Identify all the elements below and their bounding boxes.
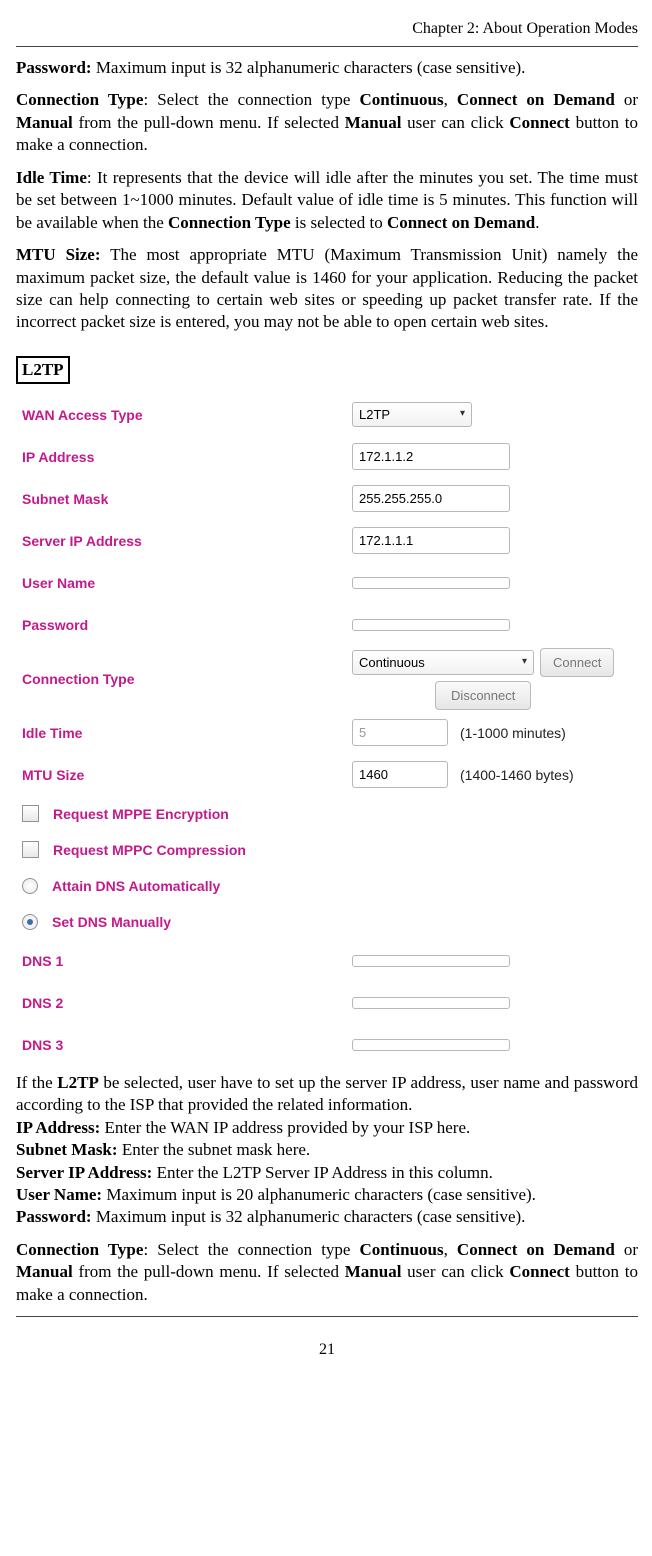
label-idletime: Idle Time (16, 725, 352, 741)
connect-button[interactable]: Connect (540, 648, 614, 677)
mppe-checkbox[interactable] (22, 805, 39, 822)
row-mppc: Request MPPC Compression (16, 832, 636, 868)
row-dns1: DNS 1 (16, 940, 636, 982)
label-ip: IP Address (16, 449, 352, 465)
b: Password: (16, 1207, 92, 1226)
dns-auto-radio[interactable] (22, 878, 38, 894)
para-conntype-top: Connection Type: Select the connection t… (16, 89, 638, 156)
page-number: 21 (16, 1341, 638, 1359)
t: Maximum input is 32 alphanumeric charact… (92, 1207, 526, 1226)
mask-input[interactable]: 255.255.255.0 (352, 485, 510, 512)
label-server: Server IP Address (16, 533, 352, 549)
idletime-input[interactable]: 5 (352, 719, 448, 746)
para-server: Server IP Address: Enter the L2TP Server… (16, 1162, 638, 1184)
row-wan: WAN Access Type L2TP (16, 394, 636, 436)
row-dns3: DNS 3 (16, 1024, 636, 1066)
server-input[interactable]: 172.1.1.1 (352, 527, 510, 554)
para-l2tp-desc: If the L2TP be selected, user have to se… (16, 1072, 638, 1117)
label-dns3: DNS 3 (16, 1037, 352, 1053)
mppe-label: Request MPPE Encryption (53, 806, 229, 822)
idletime-hint: (1-1000 minutes) (460, 725, 566, 741)
label-wan: WAN Access Type (16, 407, 352, 423)
t: Enter the L2TP Server IP Address in this… (152, 1163, 493, 1182)
para-subnet: Subnet Mask: Enter the subnet mask here. (16, 1139, 638, 1161)
dns1-input[interactable] (352, 955, 510, 967)
label-dns1: DNS 1 (16, 953, 352, 969)
username-input[interactable] (352, 577, 510, 589)
row-dns-manual: Set DNS Manually (16, 904, 636, 940)
config-screenshot: WAN Access Type L2TP IP Address 172.1.1.… (16, 394, 636, 1066)
mppc-label: Request MPPC Compression (53, 842, 246, 858)
conntype-select[interactable]: Continuous (352, 650, 534, 675)
mtusize-hint: (1400-1460 bytes) (460, 767, 574, 783)
label-username: User Name (16, 575, 352, 591)
t: Maximum input is 32 alphanumeric charact… (92, 58, 526, 77)
row-mppe: Request MPPE Encryption (16, 796, 636, 832)
mppc-checkbox[interactable] (22, 841, 39, 858)
row-password: Password (16, 604, 636, 646)
label-conntype: Connection Type (16, 671, 352, 687)
dns3-input[interactable] (352, 1039, 510, 1051)
section-l2tp-label: L2TP (16, 356, 70, 384)
password-input[interactable] (352, 619, 510, 631)
t: Enter the subnet mask here. (118, 1140, 311, 1159)
b: Server IP Address: (16, 1163, 152, 1182)
row-username: User Name (16, 562, 636, 604)
row-dns2: DNS 2 (16, 982, 636, 1024)
label-password: Password (16, 617, 352, 633)
disconnect-button[interactable]: Disconnect (435, 681, 531, 710)
label-mtusize: MTU Size (16, 767, 352, 783)
b: Subnet Mask: (16, 1140, 118, 1159)
row-mtusize: MTU Size 1460 (1400-1460 bytes) (16, 754, 636, 796)
row-idletime: Idle Time 5 (1-1000 minutes) (16, 712, 636, 754)
rule-bottom (16, 1316, 638, 1317)
para-password-bot: Password: Maximum input is 32 alphanumer… (16, 1206, 638, 1228)
para-password-top: Password: Maximum input is 32 alphanumer… (16, 57, 638, 79)
row-ip: IP Address 172.1.1.2 (16, 436, 636, 478)
para-ipaddr: IP Address: Enter the WAN IP address pro… (16, 1117, 638, 1139)
para-conntype-bot: Connection Type: Select the connection t… (16, 1239, 638, 1306)
label-mask: Subnet Mask (16, 491, 352, 507)
t: Enter the WAN IP address provided by you… (100, 1118, 470, 1137)
label-dns2: DNS 2 (16, 995, 352, 1011)
dns-manual-label: Set DNS Manually (52, 914, 171, 930)
dns2-input[interactable] (352, 997, 510, 1009)
wan-access-select[interactable]: L2TP (352, 402, 472, 427)
dns-auto-label: Attain DNS Automatically (52, 878, 220, 894)
row-dns-auto: Attain DNS Automatically (16, 868, 636, 904)
row-conntype: Connection Type Continuous Connect Disco… (16, 646, 636, 712)
ip-input[interactable]: 172.1.1.2 (352, 443, 510, 470)
page-header: Chapter 2: About Operation Modes (16, 20, 638, 38)
mtusize-input[interactable]: 1460 (352, 761, 448, 788)
para-user: User Name: Maximum input is 20 alphanume… (16, 1184, 638, 1206)
para-mtu: MTU Size: The most appropriate MTU (Maxi… (16, 244, 638, 334)
row-server: Server IP Address 172.1.1.1 (16, 520, 636, 562)
para-idle: Idle Time: It represents that the device… (16, 167, 638, 234)
b: User Name: (16, 1185, 102, 1204)
rule-top (16, 46, 638, 47)
dns-manual-radio[interactable] (22, 914, 38, 930)
b: IP Address: (16, 1118, 100, 1137)
row-mask: Subnet Mask 255.255.255.0 (16, 478, 636, 520)
b: Password: (16, 58, 92, 77)
t: Maximum input is 20 alphanumeric charact… (102, 1185, 536, 1204)
